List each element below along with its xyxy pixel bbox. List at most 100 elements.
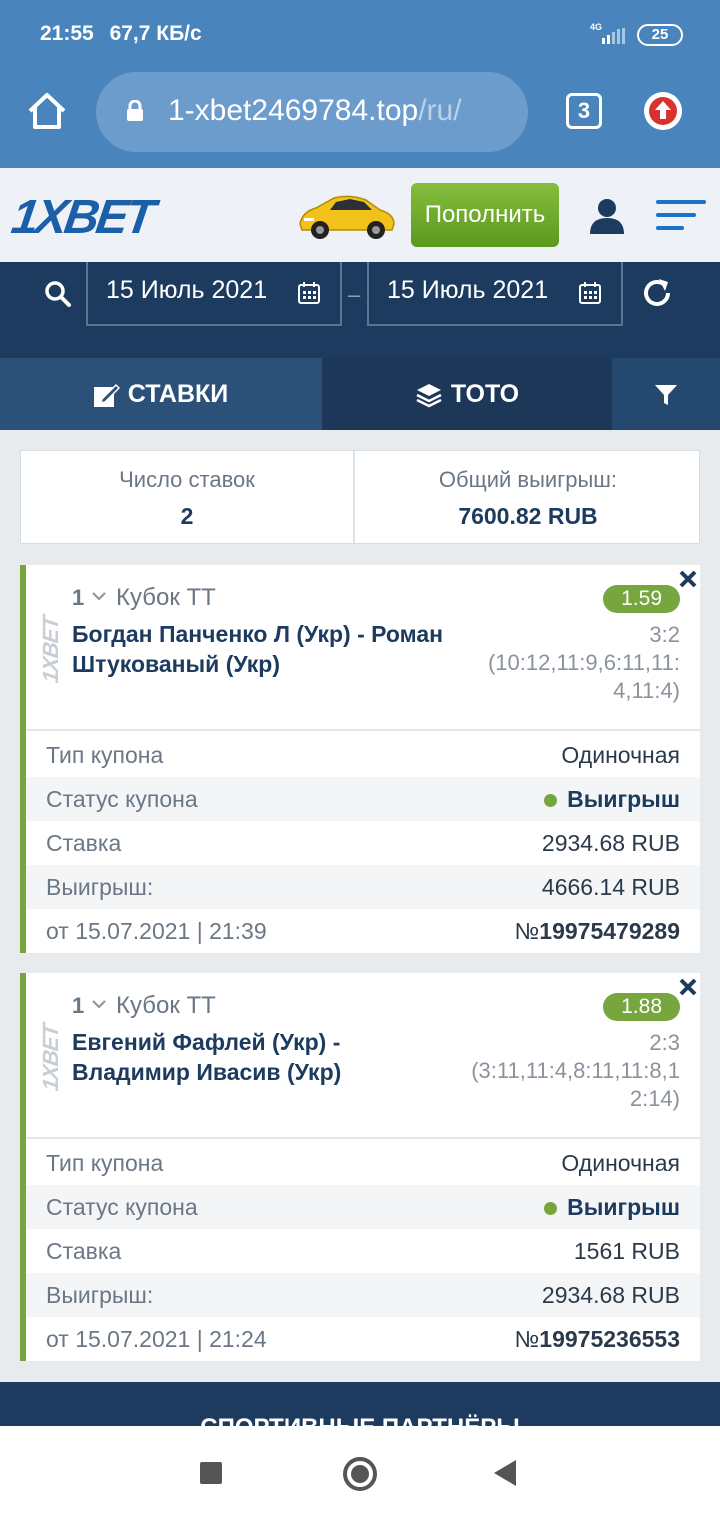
- stake-value: 2934.68 RUB: [541, 830, 680, 856]
- bet-event: 1XBET 1 Кубок ТТ Евгений Фафлей (Укр) - …: [26, 973, 700, 1139]
- match-score: 3:2 (10:12,11:9,6:11,11:4,11:4): [470, 621, 680, 705]
- date-filter-bar: 15 Июль 2021 – 15 Июль 2021: [0, 262, 720, 358]
- status-dot-icon: [544, 1202, 558, 1216]
- calendar-icon[interactable]: [579, 282, 601, 304]
- bet-event: 1XBET 1 Кубок ТТ Богдан Панченко Л (Укр)…: [26, 565, 700, 731]
- coupon-number[interactable]: №19975479289: [515, 909, 680, 953]
- odds-badge: 1.59: [603, 585, 680, 613]
- win-value: 2934.68 RUB: [541, 1282, 680, 1308]
- coupon-status-row: Статус купона Выигрыш: [26, 1185, 700, 1229]
- coupon-status-value: Выигрыш: [544, 777, 680, 821]
- coupon-status-label: Статус купона: [46, 786, 198, 812]
- bets-tabbar: СТАВКИ ТОТО: [0, 358, 720, 430]
- event-number: 1: [72, 585, 85, 610]
- match-score: 2:3 (3:11,11:4,8:11,11:8,12:14): [470, 1029, 680, 1113]
- score-total: 2:3: [649, 1030, 680, 1055]
- recents-icon[interactable]: [200, 1462, 222, 1484]
- tab-bets[interactable]: СТАВКИ: [0, 358, 322, 430]
- menu-icon[interactable]: [656, 200, 706, 230]
- stake-label: Ставка: [46, 1238, 122, 1264]
- bets-count-label: Число ставок: [119, 467, 255, 492]
- event-teams: Богдан Панченко Л (Укр) - Роман Штукован…: [72, 621, 444, 677]
- odds-badge: 1.88: [603, 993, 680, 1021]
- status-time: 21:55: [40, 22, 94, 45]
- chevron-down-icon[interactable]: [92, 999, 106, 1009]
- user-icon[interactable]: [588, 198, 626, 234]
- promo-car-image[interactable]: [294, 188, 398, 244]
- win-value: 4666.14 RUB: [541, 874, 680, 900]
- url-path: /ru/: [418, 94, 462, 127]
- date-from-field[interactable]: 15 Июль 2021: [86, 262, 342, 326]
- battery-icon: 25: [637, 24, 683, 46]
- close-icon[interactable]: [678, 569, 698, 589]
- network-type: 4G: [590, 22, 603, 32]
- stake-label: Ставка: [46, 830, 122, 856]
- coupon-meta-row: от 15.07.2021 | 21:24 №19975236553: [26, 1317, 700, 1361]
- lock-icon: [127, 100, 143, 121]
- partners-title: СПОРТИВНЫЕ ПАРТНЁРЫ: [0, 1414, 720, 1426]
- event-teams: Евгений Фафлей (Укр) - Владимир Ивасив (…: [72, 1029, 342, 1085]
- url-bar[interactable]: 1-xbet2469784.top/ru/: [96, 72, 528, 152]
- signal-icon: 4G: [588, 22, 628, 48]
- stake-value: 1561 RUB: [573, 1238, 680, 1264]
- date-to-value: 15 Июль 2021: [387, 276, 549, 304]
- coupon-number[interactable]: №19975236553: [515, 1317, 680, 1361]
- edit-icon: [93, 384, 120, 408]
- home-nav-icon[interactable]: [343, 1457, 377, 1491]
- date-to-field[interactable]: 15 Июль 2021: [367, 262, 623, 326]
- partners-footer: СПОРТИВНЫЕ ПАРТНЁРЫ: [0, 1382, 720, 1426]
- coupon-meta-row: от 15.07.2021 | 21:39 №19975479289: [26, 909, 700, 953]
- card-logo: 1XBET: [38, 615, 63, 685]
- coupon-status-value: Выигрыш: [544, 1185, 680, 1229]
- layers-icon: [416, 384, 442, 408]
- score-total: 3:2: [649, 622, 680, 647]
- back-icon[interactable]: [494, 1460, 516, 1486]
- coupon-type-label: Тип купона: [46, 742, 164, 768]
- coupon-date: от 15.07.2021 | 21:24: [46, 1326, 267, 1352]
- bet-details: Тип купона Одиночная Статус купона Выигрыш…: [26, 733, 700, 953]
- date-separator: –: [348, 282, 361, 307]
- tab-switcher-button[interactable]: 3: [566, 93, 602, 129]
- win-row: Выигрыш: 2934.68 RUB: [26, 1273, 700, 1317]
- url-host: 1-xbet2469784.top: [168, 94, 419, 127]
- league-name: Кубок ТТ: [116, 584, 216, 611]
- bet-card[interactable]: 1XBET 1 Кубок ТТ Евгений Фафлей (Укр) - …: [20, 973, 700, 1361]
- date-from-value: 15 Июль 2021: [106, 276, 268, 304]
- win-row: Выигрыш: 4666.14 RUB: [26, 865, 700, 909]
- close-icon[interactable]: [678, 977, 698, 997]
- refresh-icon[interactable]: [640, 276, 674, 310]
- event-number: 1: [72, 993, 85, 1018]
- bets-count: Число ставок 2: [21, 451, 355, 543]
- filter-button[interactable]: [612, 358, 720, 430]
- stake-row: Ставка 1561 RUB: [26, 1229, 700, 1273]
- site-logo[interactable]: 1XBET: [8, 190, 155, 245]
- coupon-type-label: Тип купона: [46, 1150, 164, 1176]
- status-dot-icon: [544, 794, 558, 808]
- update-icon[interactable]: [644, 92, 682, 130]
- total-win-label: Общий выигрыш:: [438, 467, 618, 492]
- bet-card[interactable]: 1XBET 1 Кубок ТТ Богдан Панченко Л (Укр)…: [20, 565, 700, 953]
- bets-count-value: 2: [180, 503, 194, 529]
- status-bar: 21:55 67,7 КБ/с: [40, 22, 202, 46]
- calendar-icon[interactable]: [298, 282, 320, 304]
- filter-icon: [655, 385, 677, 406]
- site-header: 1XBET Пополнить: [0, 168, 720, 262]
- coupon-status-label: Статус купона: [46, 1194, 198, 1220]
- tab-toto[interactable]: ТОТО: [322, 358, 612, 430]
- coupon-type-row: Тип купона Одиночная: [26, 1141, 700, 1185]
- deposit-button[interactable]: Пополнить: [411, 183, 559, 247]
- coupon-type-value: Одиночная: [561, 742, 680, 768]
- total-win-value: 7600.82 RUB: [458, 503, 598, 529]
- stake-row: Ставка 2934.68 RUB: [26, 821, 700, 865]
- chevron-down-icon[interactable]: [92, 591, 106, 601]
- bets-summary: Число ставок 2 Общий выигрыш: 7600.82 RU…: [20, 450, 700, 544]
- win-label: Выигрыш:: [46, 1282, 154, 1308]
- browser-chrome: 21:55 67,7 КБ/с 4G 25 1-xbet2469784.top/…: [0, 0, 720, 168]
- bet-details: Тип купона Одиночная Статус купона Выигрыш…: [26, 1141, 700, 1361]
- search-icon[interactable]: [44, 280, 72, 308]
- score-detail: (10:12,11:9,6:11,11:4,11:4): [487, 650, 680, 703]
- win-label: Выигрыш:: [46, 874, 154, 900]
- coupon-date: от 15.07.2021 | 21:39: [46, 918, 267, 944]
- home-icon[interactable]: [26, 90, 68, 132]
- card-logo: 1XBET: [38, 1023, 63, 1093]
